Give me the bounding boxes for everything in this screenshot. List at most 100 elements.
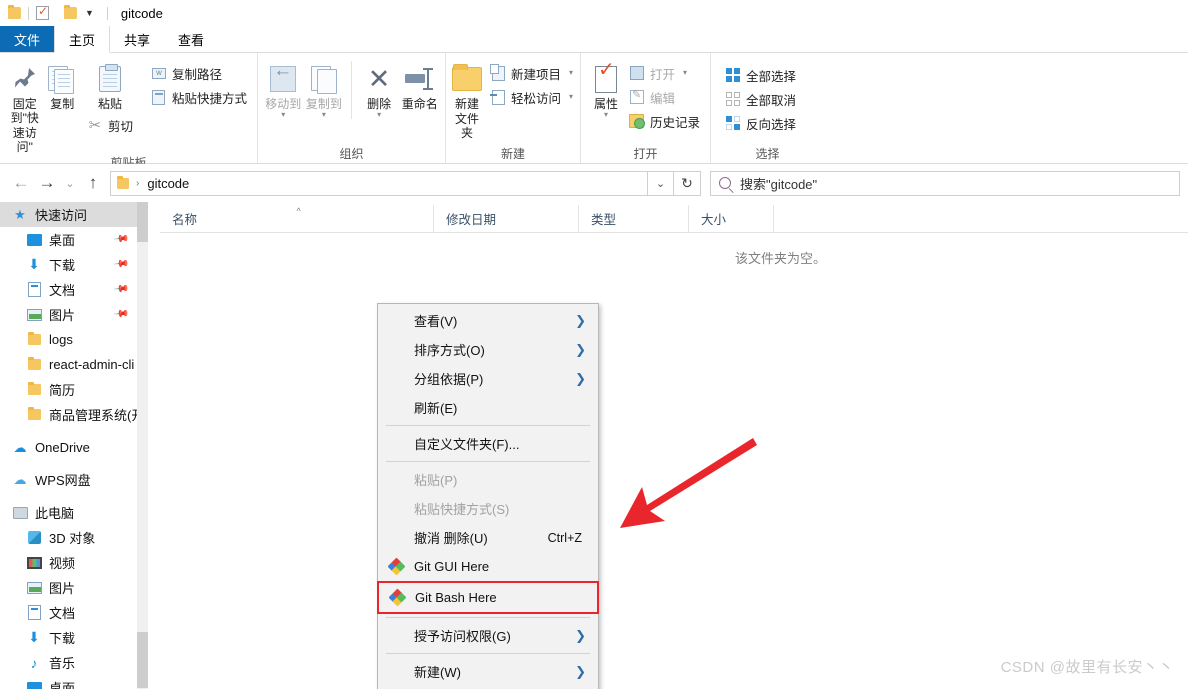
address-bar[interactable]: › gitcode — [110, 170, 648, 196]
column-header-name[interactable]: ^ 名称 — [160, 204, 434, 233]
menu-item-customize-folder[interactable]: 自定义文件夹(F)... — [378, 429, 598, 458]
recent-locations-button[interactable]: ⌄ — [60, 170, 80, 196]
pin-icon[interactable]: 📌 — [112, 306, 129, 322]
menu-item-give-access-to[interactable]: 授予访问权限(G) ❯ — [378, 621, 598, 650]
sidebar-item-onedrive[interactable]: ☁ OneDrive — [0, 435, 137, 460]
new-item-button[interactable]: 新建项目 ▾ — [486, 61, 577, 85]
sidebar-item-documents[interactable]: 文档 📌 — [0, 277, 137, 302]
folder-icon — [26, 332, 42, 348]
menu-item-paste: 粘贴(P) — [378, 465, 598, 494]
context-menu[interactable]: 查看(V) ❯ 排序方式(O) ❯ 分组依据(P) ❯ 刷新(E) 自定义文件夹… — [377, 303, 599, 689]
forward-button[interactable]: → — [34, 170, 60, 196]
pin-to-quick-access-button[interactable]: 固定到"快 速访问" — [6, 57, 43, 154]
chevron-down-icon[interactable]: ▾ — [683, 69, 687, 77]
folder-icon — [8, 5, 21, 19]
dropdown-arrow-icon[interactable]: ▼ — [85, 8, 94, 18]
move-to-button[interactable]: 移动到 ▾ — [264, 57, 303, 119]
sidebar-item-desktop-pc[interactable]: 桌面 — [0, 675, 137, 689]
easy-access-label: 轻松访问 — [511, 91, 562, 106]
up-button[interactable]: ↑ — [80, 170, 106, 196]
history-button[interactable]: 历史记录 — [625, 109, 704, 133]
menu-item-sort-by[interactable]: 排序方式(O) ❯ — [378, 335, 598, 364]
sidebar-item-videos[interactable]: 视频 — [0, 550, 137, 575]
invert-selection-button[interactable]: 反向选择 — [721, 111, 800, 135]
sidebar-item-logs[interactable]: logs — [0, 327, 137, 352]
sidebar-item-desktop[interactable]: 桌面 📌 — [0, 227, 137, 252]
chevron-down-icon[interactable]: ▾ — [281, 111, 285, 119]
sidebar-item-label: 下载 — [49, 258, 76, 273]
tab-file[interactable]: 文件 — [0, 26, 55, 52]
sidebar-item-label: 图片 — [49, 308, 76, 323]
menu-item-undo-delete[interactable]: 撤消 删除(U) Ctrl+Z — [378, 523, 598, 552]
easy-access-button[interactable]: 轻松访问 ▾ — [486, 85, 577, 109]
ribbon-group-label-new: 新建 — [500, 147, 525, 161]
sidebar-item-wps-cloud[interactable]: ☁ WPS网盘 — [0, 467, 137, 492]
chevron-down-icon[interactable]: ▾ — [322, 111, 326, 119]
watermark: CSDN @故里有长安丶丶 — [1000, 659, 1174, 676]
sidebar-item-downloads[interactable]: ⬇ 下载 📌 — [0, 252, 137, 277]
select-none-button[interactable]: 全部取消 — [721, 87, 800, 111]
sidebar-item-product-management[interactable]: 商品管理系统(开 — [0, 402, 137, 427]
refresh-button[interactable]: ↻ — [674, 170, 701, 196]
menu-item-new[interactable]: 新建(W) ❯ — [378, 657, 598, 686]
sidebar-item-quick-access[interactable]: ★ 快速访问 — [0, 202, 137, 227]
copy-path-button[interactable]: W 复制路径 — [147, 61, 251, 85]
cut-button[interactable]: ✂ 剪切 — [83, 113, 137, 137]
search-box[interactable]: 搜索"gitcode" — [710, 170, 1180, 196]
ribbon-group-organize: 移动到 ▾ 复制到 ▾ ✕ 删除 ▾ — [258, 53, 446, 163]
column-header-date-modified[interactable]: 修改日期 — [434, 204, 579, 233]
scrollbar-thumb-lower[interactable] — [137, 632, 148, 688]
navigation-pane[interactable]: ★ 快速访问 桌面 📌 ⬇ 下载 📌 文档 📌 图片 📌 logs react-… — [0, 202, 137, 689]
sidebar-item-label: logs — [49, 332, 73, 347]
select-all-button[interactable]: 全部选择 — [721, 63, 800, 87]
address-dropdown-button[interactable]: ⌄ — [648, 170, 674, 196]
column-label: 大小 — [701, 213, 727, 227]
scrollbar-thumb-upper[interactable] — [137, 202, 148, 242]
sidebar-item-music[interactable]: ♪ 音乐 — [0, 650, 137, 675]
properties-check-icon[interactable] — [36, 4, 49, 20]
delete-button[interactable]: ✕ 删除 ▾ — [360, 57, 399, 119]
sidebar-item-downloads-pc[interactable]: ⬇ 下载 — [0, 625, 137, 650]
sidebar-item-pictures-pc[interactable]: 图片 — [0, 575, 137, 600]
new-folder-button[interactable]: 新建 文件夹 — [452, 57, 482, 140]
pin-icon[interactable]: 📌 — [112, 256, 129, 272]
sidebar-item-pictures[interactable]: 图片 📌 — [0, 302, 137, 327]
edit-button[interactable]: 编辑 — [625, 85, 704, 109]
menu-item-view[interactable]: 查看(V) ❯ — [378, 306, 598, 335]
pin-icon[interactable]: 📌 — [112, 231, 129, 247]
menu-item-git-gui-here[interactable]: Git GUI Here — [378, 552, 598, 581]
breadcrumb-path[interactable]: gitcode — [147, 176, 189, 191]
tab-home[interactable]: 主页 — [54, 26, 111, 53]
tab-share[interactable]: 共享 — [110, 26, 164, 52]
menu-item-refresh[interactable]: 刷新(E) — [378, 393, 598, 422]
column-header-size[interactable]: 大小 — [689, 204, 774, 233]
navigation-pane-scrollbar[interactable] — [137, 202, 148, 689]
sidebar-item-this-pc[interactable]: 此电脑 — [0, 500, 137, 525]
rename-button[interactable]: 重命名 — [400, 57, 439, 111]
open-button[interactable]: 打开 ▾ — [625, 61, 704, 85]
select-all-icon — [725, 67, 741, 83]
menu-item-git-bash-here[interactable]: Git Bash Here — [377, 581, 599, 614]
paste-button[interactable]: 粘贴 — [81, 57, 139, 111]
pin-icon[interactable]: 📌 — [112, 281, 129, 297]
new-folder-quick-icon[interactable] — [64, 5, 77, 19]
chevron-down-icon[interactable]: ▾ — [569, 69, 573, 77]
chevron-down-icon[interactable]: ▾ — [604, 111, 608, 119]
copy-button[interactable]: 复制 — [43, 57, 80, 111]
menu-item-group-by[interactable]: 分组依据(P) ❯ — [378, 364, 598, 393]
chevron-down-icon[interactable]: ▾ — [569, 93, 573, 101]
sidebar-item-label: 简历 — [49, 383, 76, 398]
sidebar-item-react-admin-cli[interactable]: react-admin-cli — [0, 352, 137, 377]
chevron-down-icon[interactable]: ▾ — [377, 111, 381, 119]
sidebar-item-resume[interactable]: 简历 — [0, 377, 137, 402]
copy-to-button[interactable]: 复制到 ▾ — [305, 57, 344, 119]
tab-view[interactable]: 查看 — [164, 26, 218, 52]
sidebar-item-documents-pc[interactable]: 文档 — [0, 600, 137, 625]
sidebar-item-label: 文档 — [49, 606, 76, 621]
sidebar-item-3d-objects[interactable]: 3D 对象 — [0, 525, 137, 550]
paste-shortcut-button[interactable]: 粘贴快捷方式 — [147, 85, 251, 109]
column-header-type[interactable]: 类型 — [579, 204, 689, 233]
back-button[interactable]: ← — [8, 170, 34, 196]
properties-button[interactable]: 属性 ▾ — [587, 57, 625, 119]
folder-icon — [26, 382, 42, 398]
